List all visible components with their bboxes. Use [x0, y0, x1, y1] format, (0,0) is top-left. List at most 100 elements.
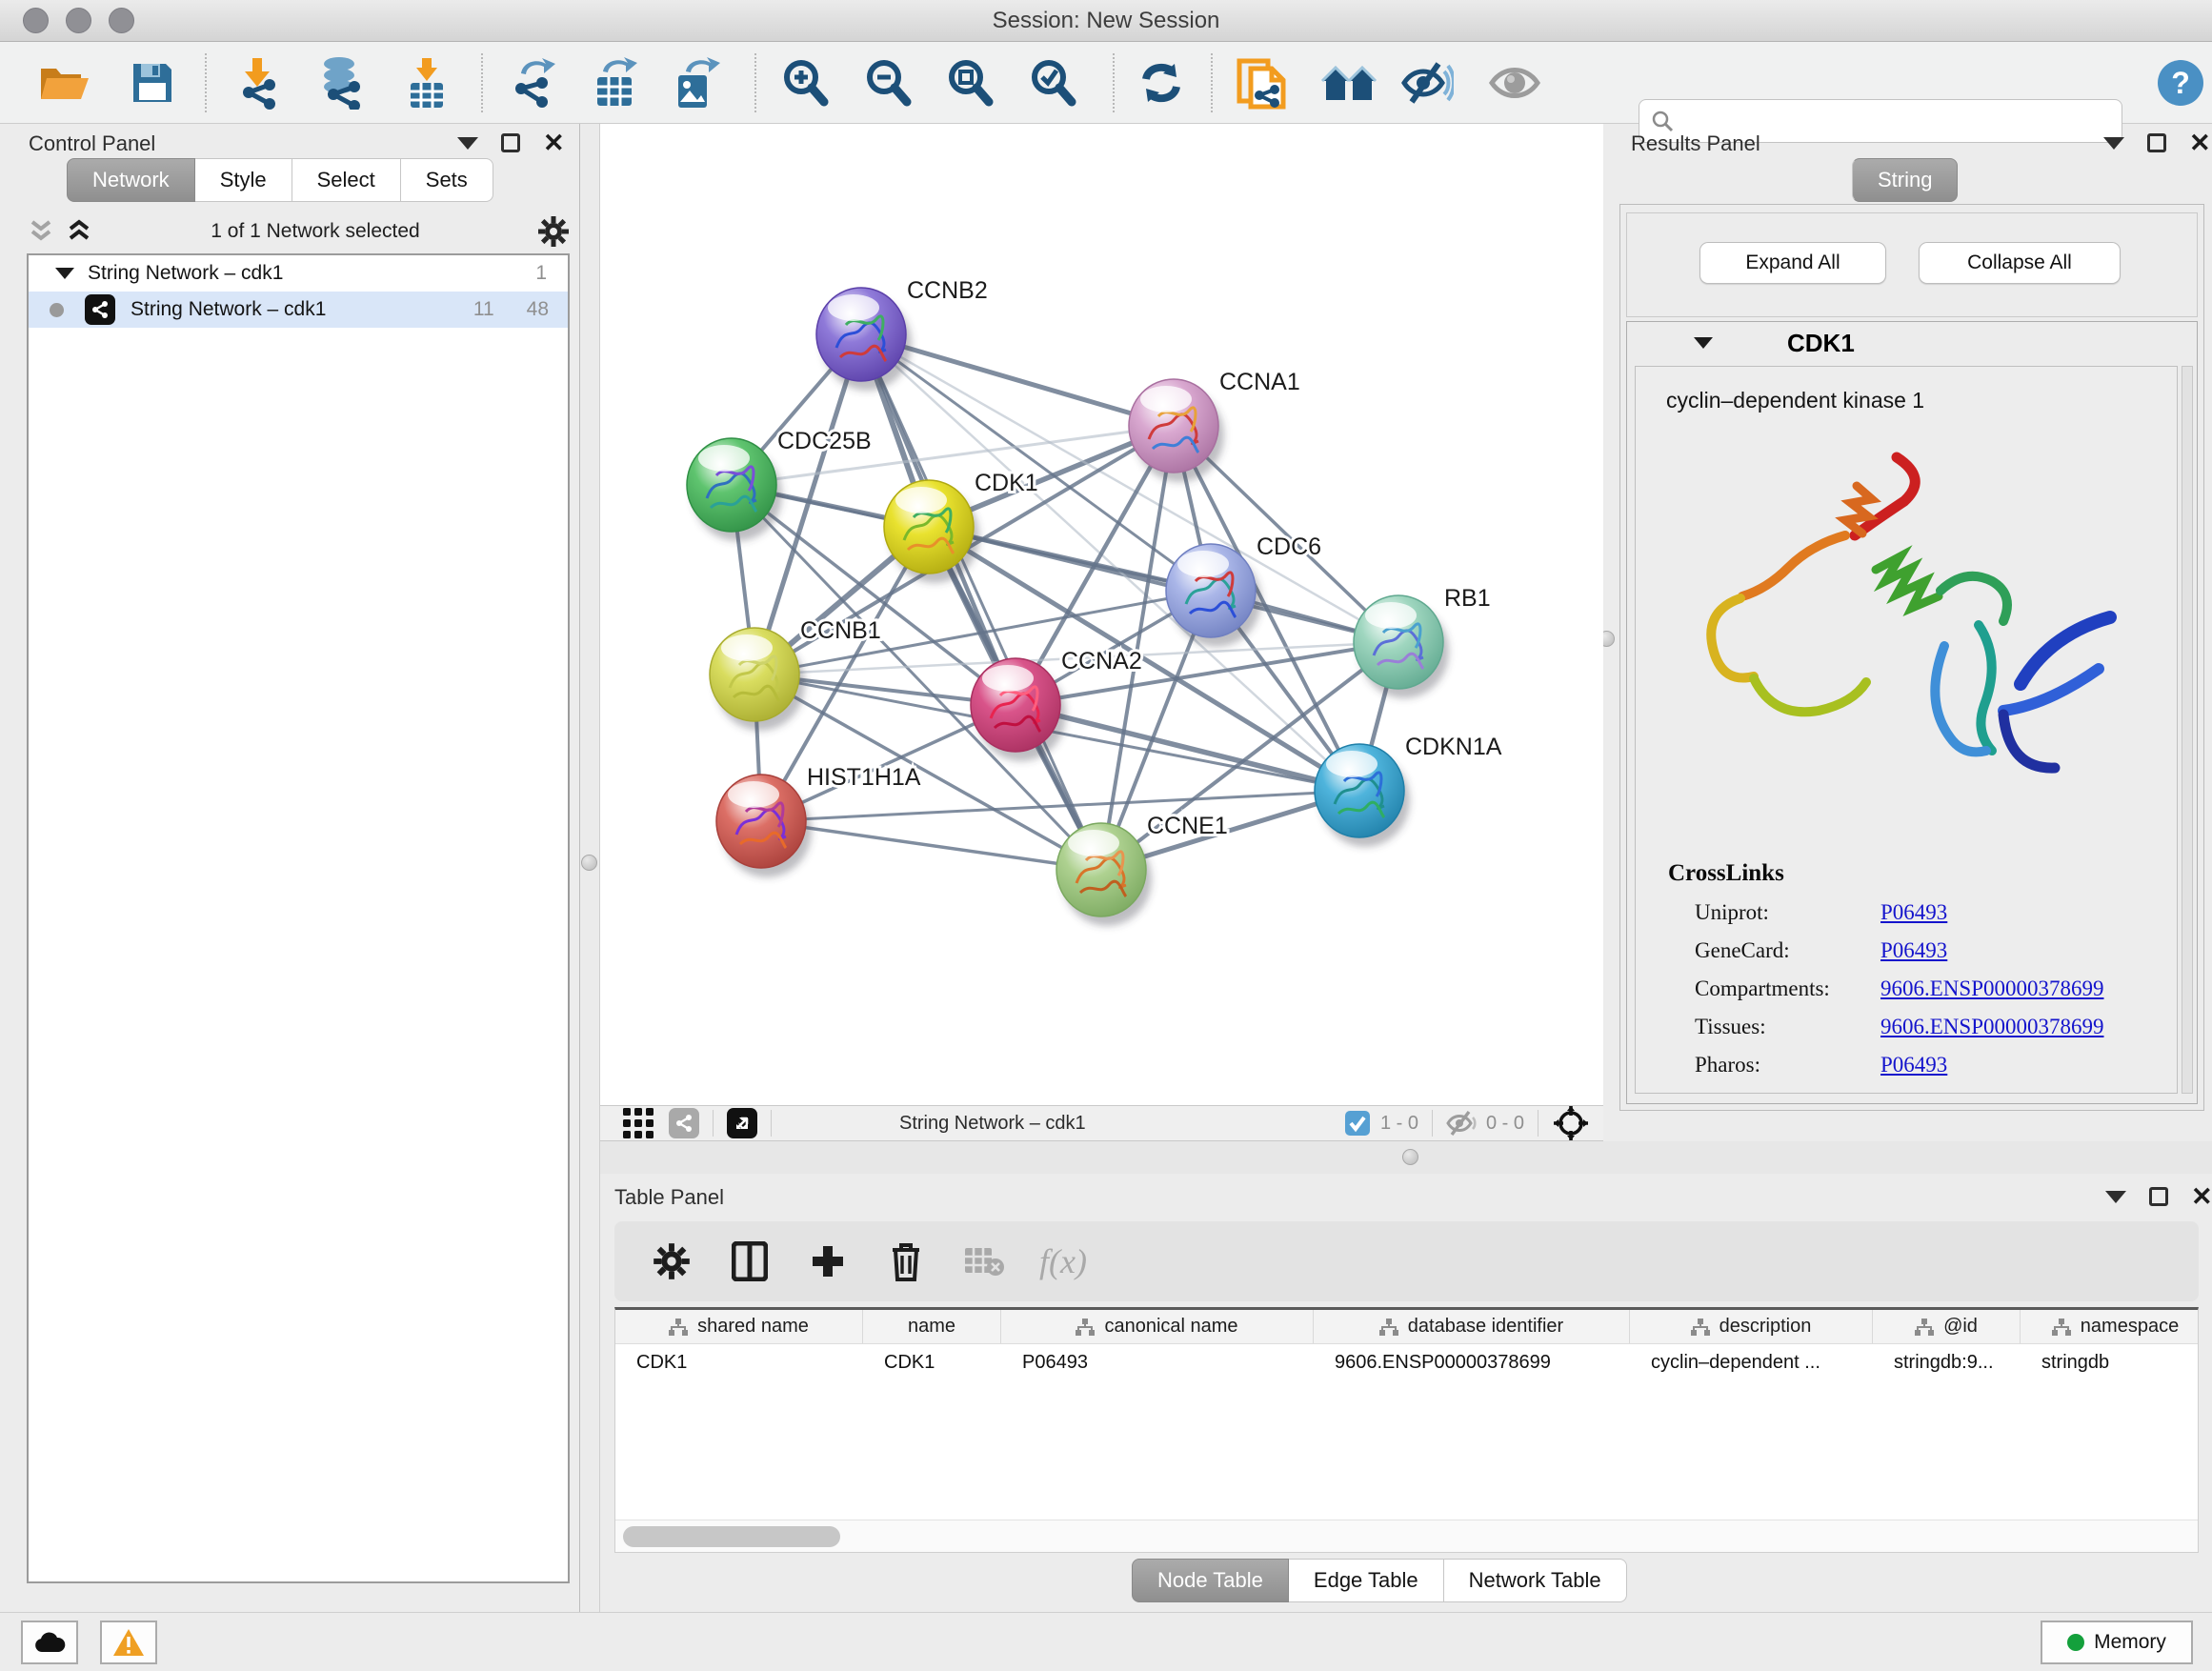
node-CDC25B[interactable]: CDC25B [687, 428, 872, 541]
column-header-canonical-name[interactable]: canonical name [1001, 1310, 1314, 1343]
tab-node-table[interactable]: Node Table [1132, 1559, 1289, 1602]
warnings-button[interactable] [100, 1621, 157, 1664]
hide-selected-button[interactable] [1398, 53, 1457, 112]
node-CDK1[interactable]: CDK1 [884, 470, 1038, 583]
tab-network[interactable]: Network [67, 158, 195, 202]
grid-view-icon[interactable] [621, 1106, 655, 1140]
export-table-button[interactable] [585, 53, 644, 112]
column-header-name[interactable]: name [863, 1310, 1001, 1343]
collection-expander-icon[interactable] [55, 268, 74, 279]
collapse-all-icon[interactable] [27, 219, 55, 244]
table-panel-minimize-icon[interactable] [2105, 1191, 2126, 1203]
node-CDC6[interactable]: CDC6 [1166, 534, 1321, 647]
crosslink-link[interactable]: 9606.ENSP00000378699 [1880, 1015, 2104, 1039]
new-network-from-selection-button[interactable] [1232, 53, 1291, 112]
fit-crosshair-icon[interactable] [1552, 1104, 1590, 1142]
cloud-button[interactable] [21, 1621, 78, 1664]
tab-network-table[interactable]: Network Table [1444, 1559, 1627, 1602]
tab-edge-table[interactable]: Edge Table [1289, 1559, 1444, 1602]
table-panel-float-icon[interactable] [2149, 1187, 2168, 1206]
control-panel-float-icon[interactable] [501, 133, 520, 152]
edge-CCNA2-CDKN1A[interactable] [1016, 705, 1359, 791]
delete-column-icon[interactable] [883, 1238, 929, 1284]
expand-all-icon[interactable] [65, 219, 93, 244]
expand-all-button[interactable]: Expand All [1699, 242, 1886, 284]
import-network-button[interactable] [230, 53, 289, 112]
node-CCNB2[interactable]: CCNB2 [816, 277, 988, 391]
control-panel-close-icon[interactable]: ✕ [543, 133, 565, 152]
birdseye-view-icon[interactable] [727, 1108, 757, 1138]
save-session-button[interactable] [123, 53, 182, 112]
zoom-selected-button[interactable] [1023, 53, 1082, 112]
table-header-row: shared namenamecanonical namedatabase id… [615, 1310, 2198, 1344]
control-panel-minimize-icon[interactable] [457, 137, 478, 150]
crosslink-link[interactable]: 9606.ENSP00000378699 [1880, 976, 2104, 1001]
refresh-button[interactable] [1132, 53, 1191, 112]
node-label-CCNA1: CCNA1 [1219, 369, 1300, 395]
crosslink-link[interactable]: P06493 [1880, 1053, 1947, 1077]
selected-checkbox-icon[interactable] [1344, 1110, 1371, 1137]
export-network-button[interactable] [504, 53, 563, 112]
string-view-icon[interactable] [669, 1108, 699, 1138]
node-label-CDC6: CDC6 [1257, 534, 1321, 560]
column-header-database-identifier[interactable]: database identifier [1314, 1310, 1630, 1343]
show-all-button[interactable] [1485, 53, 1544, 112]
import-database-button[interactable] [312, 53, 371, 112]
zoom-fit-button[interactable] [940, 53, 999, 112]
import-table-button[interactable] [397, 53, 456, 112]
table-hscrollbar[interactable] [615, 1520, 2198, 1552]
collapse-all-button[interactable]: Collapse All [1919, 242, 2121, 284]
tab-style[interactable]: Style [195, 158, 292, 202]
crosslink-link[interactable]: P06493 [1880, 900, 1947, 925]
horizontal-splitter-handle[interactable] [1402, 1149, 1418, 1165]
results-panel-minimize-icon[interactable] [2103, 137, 2124, 150]
show-columns-icon[interactable] [727, 1238, 773, 1284]
tab-sets[interactable]: Sets [401, 158, 493, 202]
add-column-icon[interactable] [805, 1238, 851, 1284]
network-options-gear-icon[interactable] [537, 215, 570, 248]
search-input[interactable] [1681, 111, 2122, 132]
zoom-out-button[interactable] [858, 53, 917, 112]
node-CCNE1[interactable]: CCNE1 [1056, 813, 1228, 926]
results-panel-close-icon[interactable]: ✕ [2189, 133, 2211, 152]
node-CCNB1[interactable]: CCNB1 [710, 617, 881, 731]
memory-button[interactable]: Memory [2041, 1621, 2193, 1664]
help-button[interactable]: ? [2151, 53, 2210, 112]
node-RB1[interactable]: RB1 [1354, 585, 1491, 698]
node-CDKN1A[interactable]: CDKN1A [1315, 734, 1502, 847]
node-section-header[interactable]: CDK1 [1627, 322, 2197, 364]
network-collection-row[interactable]: String Network – cdk1 1 [29, 255, 568, 292]
table-hscrollbar-thumb[interactable] [623, 1526, 840, 1547]
table-panel-close-icon[interactable]: ✕ [2191, 1187, 2212, 1206]
toolbar-separator [481, 53, 483, 112]
table-options-gear-icon[interactable] [649, 1238, 694, 1284]
results-scrollbar[interactable] [2182, 366, 2193, 1094]
tab-string[interactable]: String [1852, 158, 1958, 202]
column-header--id[interactable]: @id [1873, 1310, 2021, 1343]
zoom-selected-icon [1028, 58, 1077, 108]
column-header-description[interactable]: description [1630, 1310, 1873, 1343]
open-session-button[interactable] [35, 53, 94, 112]
results-panel-float-icon[interactable] [2147, 133, 2166, 152]
left-splitter-handle[interactable] [581, 855, 597, 871]
cloud-icon [33, 1631, 66, 1654]
results-buttons-box: Expand All Collapse All [1626, 212, 2198, 317]
node-HIST1H1A[interactable]: HIST1H1A [716, 764, 921, 877]
crosslink-label: Compartments: [1695, 976, 1880, 1001]
column-header-namespace[interactable]: namespace [2021, 1310, 2199, 1343]
crosslink-link[interactable]: P06493 [1880, 938, 1947, 963]
network-canvas[interactable]: CCNB2CCNA1CDC25BCDK1CDC6RB1CCNB1CCNA2CDK… [600, 124, 1603, 1105]
tab-select[interactable]: Select [292, 158, 401, 202]
crosslink-label: Uniprot: [1695, 900, 1880, 925]
zoom-in-button[interactable] [775, 53, 835, 112]
export-image-button[interactable] [666, 53, 725, 112]
crosslink-row: Pharos:P06493 [1695, 1053, 2177, 1077]
column-header-shared-name[interactable]: shared name [615, 1310, 863, 1343]
table-cell: stringdb:9... [1873, 1344, 2021, 1380]
node-section-expander-icon[interactable] [1694, 337, 1713, 349]
edge-CCNE1-HIST1H1A[interactable] [761, 821, 1101, 870]
network-tree: String Network – cdk1 1 String Network –… [27, 253, 570, 1583]
network-row[interactable]: String Network – cdk1 11 48 [29, 292, 568, 328]
string-home-button[interactable] [1319, 53, 1378, 112]
table-row[interactable]: CDK1CDK1P064939606.ENSP00000378699cyclin… [615, 1344, 2198, 1380]
